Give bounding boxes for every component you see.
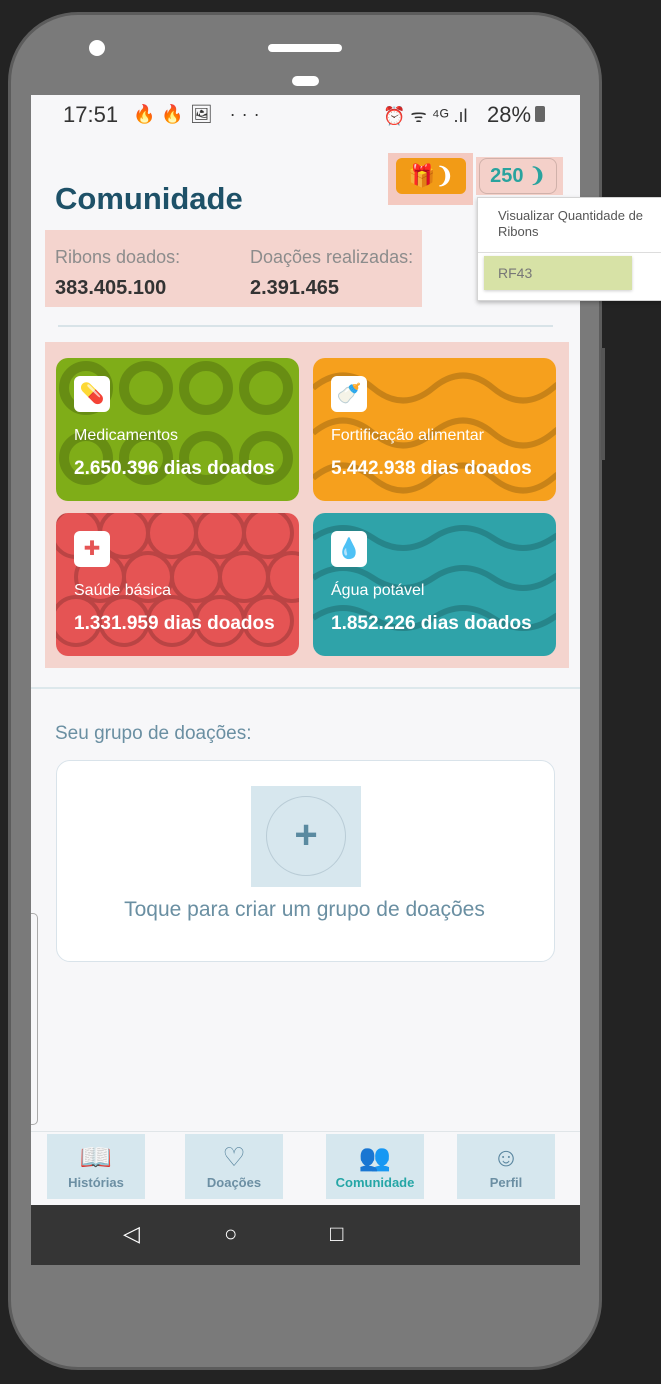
earpiece-speaker [268,44,342,52]
ribbon-dropdown-menu: Visualizar Quantidade de Ribons RF43 [477,197,661,301]
pill-icon: 💊 [74,376,110,412]
card-fortificacao[interactable]: 🍼 Fortificação alimentar 5.442.938 dias … [313,358,556,501]
home-icon[interactable]: ○ [224,1221,237,1247]
medical-kit-icon: ✚ [74,531,110,567]
donations-made-value: 2.391.465 [250,277,339,299]
recents-icon[interactable]: □ [330,1221,343,1247]
card-value: 1.852.226 dias doados [331,613,532,634]
group-section-label: Seu grupo de doações: [55,723,252,744]
dropdown-divider [478,252,661,253]
nav-historias[interactable]: 📖 Histórias [47,1134,145,1199]
side-button[interactable] [601,348,605,460]
nav-label: Comunidade [335,1175,415,1190]
card-label: Medicamentos [74,427,179,444]
ribbons-donated-label: Ribons doados: [55,247,181,267]
divider [31,687,580,689]
water-drop-icon: 💧 [331,531,367,567]
card-label: Saúde básica [74,582,171,599]
baby-bottle-icon: 🍼 [331,376,367,412]
card-label: Água potável [331,582,425,599]
battery-icon [535,106,545,122]
dropdown-title: Visualizar Quantidade de Ribons [498,208,644,239]
page-title: Comunidade [55,181,243,216]
nav-label: Perfil [489,1175,523,1190]
ribbon-count-button[interactable]: 250 ❩ [479,158,557,194]
status-bar: 17:51 🔥🔥🖼 ··· ⏰ ᯤ ⁴ᴳ .ıl 28% [31,95,580,135]
ribbon-count: 250 [490,165,524,187]
cause-grid: 💊 Medicamentos 2.650.396 dias doados 🍼 F… [45,342,569,668]
heart-icon: ♡ [222,1142,246,1172]
card-value: 1.331.959 dias doados [74,613,275,634]
donations-made-label: Doações realizadas: [250,247,414,267]
dropdown-item-rf43[interactable]: RF43 [484,256,632,290]
book-icon: 📖 [79,1142,113,1172]
system-status-icons: ⏰ ᯤ ⁴ᴳ .ıl [383,106,468,126]
status-time: 17:51 [63,102,119,127]
battery-percent: 28% [487,102,532,127]
card-saude-basica[interactable]: ✚ Saúde básica 1.331.959 dias doados [56,513,299,656]
card-value: 5.442.938 dias doados [331,458,532,479]
system-nav-bar: ◁ ○ □ [31,1205,580,1265]
plus-icon[interactable]: + [266,796,346,876]
front-camera [89,40,105,56]
ribbon-icon: ❩ [435,163,454,188]
ribbons-donated-value: 383.405.100 [55,277,167,299]
notification-icons: 🔥🔥🖼 ··· [133,104,266,124]
people-icon: 👥 [358,1142,392,1172]
proximity-sensor [292,76,319,86]
gift-ribbon-button[interactable]: 🎁❩ [396,158,466,194]
card-value: 2.650.396 dias doados [74,458,275,479]
back-icon[interactable]: ◁ [123,1221,140,1247]
nav-label: Histórias [68,1175,124,1190]
card-label: Fortificação alimentar [331,427,484,444]
divider [58,325,553,327]
ribbon-icon: ❩ [529,165,546,187]
stats-section: Ribons doados: 383.405.100 Doações reali… [45,230,422,307]
gift-icon: 🎁 [408,163,436,188]
nav-perfil[interactable]: ☺ Perfil [457,1134,555,1199]
create-group-text: Toque para criar um grupo de doações [124,898,485,921]
edge-handle[interactable] [31,913,38,1125]
nav-doacoes[interactable]: ♡ Doações [185,1134,283,1199]
face-icon: ☺ [492,1142,520,1172]
nav-label: Doações [206,1175,262,1190]
card-medicamentos[interactable]: 💊 Medicamentos 2.650.396 dias doados [56,358,299,501]
card-agua-potavel[interactable]: 💧 Água potável 1.852.226 dias doados [313,513,556,656]
nav-comunidade[interactable]: 👥 Comunidade [326,1134,424,1199]
bottom-nav: 📖 Histórias ♡ Doações 👥 Comunidade ☺ Per… [31,1131,580,1205]
